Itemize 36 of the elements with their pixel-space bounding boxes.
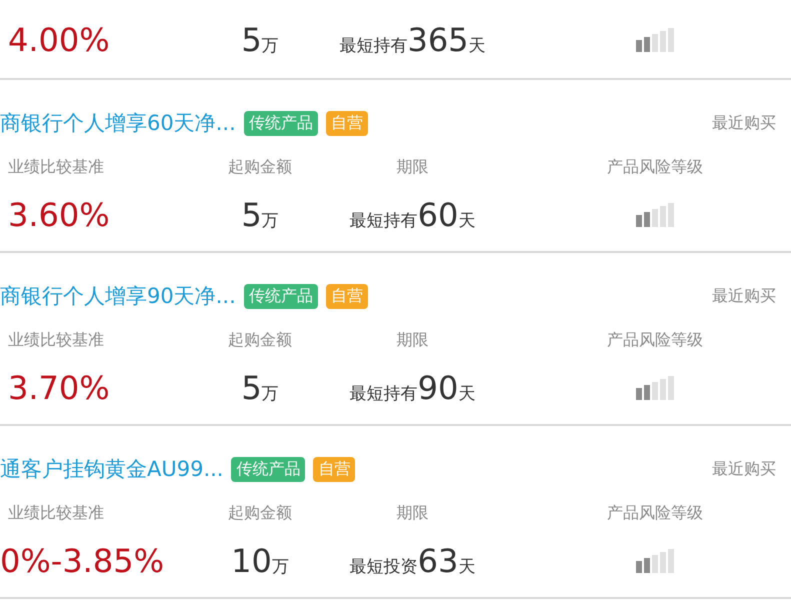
product-title[interactable]: 商银行个人增享90天净... [0,282,236,310]
term-value: 最短持有90天 [350,369,476,407]
column-label: 业绩比较基准 [8,330,104,350]
product-tag: 传统产品 [244,110,318,136]
column-label: 期限 [396,330,428,350]
column-label: 起购金额 [228,156,292,178]
min-amount: 5万 [241,21,279,59]
benchmark-rate: 0%-3.85% [0,542,164,580]
column-label: 期限 [396,156,428,178]
recent-purchase-text: 最近购买 [712,458,776,480]
benchmark-rate: 3.60% [8,196,110,234]
product-tag: 传统产品 [231,456,306,482]
min-amount: 5万 [241,369,279,407]
column-label: 产品风险等级 [607,156,703,178]
column-label: 业绩比较基准 [8,502,104,524]
product-tag: 自营 [326,284,368,308]
product-title[interactable]: 商银行个人增享60天净... [0,109,236,137]
column-label: 起购金额 [228,330,292,350]
term-value: 最短持有60天 [350,196,476,234]
product-title[interactable]: 通客户挂钩黄金AU99... [0,455,224,483]
column-label: 产品风险等级 [607,502,703,524]
product-tag: 自营 [313,456,356,482]
product-tag: 自营 [326,110,368,136]
column-label: 期限 [396,502,428,524]
term-value: 最短投资63天 [350,542,476,580]
recent-purchase-text: 最近购买 [712,286,776,306]
min-amount: 10万 [231,542,289,580]
benchmark-rate: 3.70% [8,369,110,407]
recent-purchase-text: 最近购买 [712,112,776,134]
product-tag: 传统产品 [244,284,318,308]
column-label: 产品风险等级 [607,330,703,350]
term-value: 最短持有365天 [339,21,486,59]
column-label: 业绩比较基准 [8,156,104,178]
benchmark-rate: 4.00% [8,21,110,59]
column-label: 起购金额 [228,502,292,524]
min-amount: 5万 [241,196,279,234]
